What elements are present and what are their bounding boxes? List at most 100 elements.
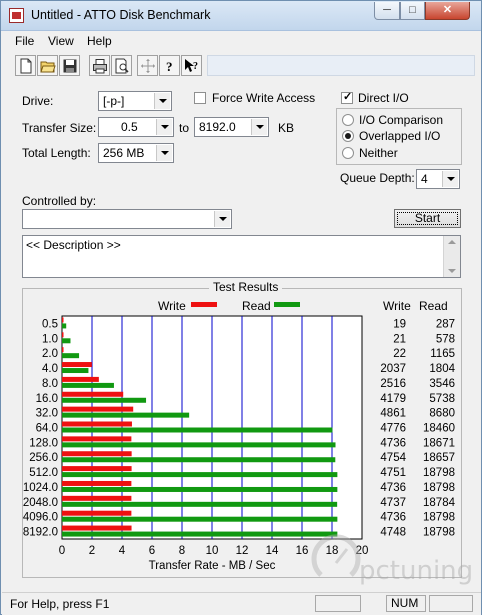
overlapped-io-radio[interactable] [342, 130, 354, 142]
read-bar [62, 382, 114, 388]
y-tick-label: 2.0 [42, 348, 58, 360]
write-value: 2516 [380, 378, 406, 390]
write-bar [62, 436, 132, 442]
x-tick-label: 8 [179, 545, 185, 557]
force-write-checkbox[interactable] [194, 92, 206, 104]
direct-io-checkbox[interactable]: ✓ [341, 91, 353, 104]
save-icon[interactable] [59, 55, 80, 76]
legend-write-swatch [191, 302, 217, 307]
write-bar [62, 332, 64, 338]
start-button[interactable]: Start [394, 209, 461, 228]
write-bar [62, 495, 132, 501]
y-tick-label: 512.0 [29, 467, 58, 479]
y-tick-label: 1024.0 [23, 482, 58, 494]
open-folder-icon[interactable] [37, 55, 58, 76]
transfer-to-value: 8192.0 [199, 120, 236, 134]
write-value: 22 [393, 348, 406, 360]
help-icon[interactable]: ? [159, 55, 180, 76]
close-button[interactable]: ✕ [425, 2, 470, 20]
read-value: 18671 [423, 437, 455, 449]
y-tick-label: 8192.0 [23, 527, 58, 539]
x-tick-label: 0 [59, 545, 65, 557]
io-mode-group: I/O Comparison Overlapped I/O Neither [336, 108, 462, 165]
x-tick-label: 10 [206, 545, 219, 557]
status-pane-blank-2 [429, 595, 473, 612]
menu-view[interactable]: View [48, 34, 74, 48]
read-column-header: Read [419, 299, 448, 313]
scroll-up-icon[interactable] [448, 240, 456, 244]
read-bar [62, 442, 336, 448]
read-value: 18784 [423, 497, 456, 509]
neither-radio[interactable] [342, 147, 354, 159]
read-value: 18798 [423, 482, 455, 494]
description-text: << Description >> [26, 238, 121, 252]
y-tick-label: 256.0 [29, 452, 58, 464]
write-value: 2037 [380, 363, 406, 375]
watermark-text: pctuning [359, 556, 473, 586]
read-bar [62, 501, 338, 507]
write-bar [62, 421, 132, 427]
read-bar [62, 531, 338, 537]
legend-read-label: Read [242, 299, 271, 313]
chevron-down-icon[interactable] [251, 119, 267, 135]
io-comparison-radio[interactable] [342, 114, 354, 126]
write-value: 4736 [380, 437, 406, 449]
legend-write-label: Write [158, 299, 186, 313]
write-value: 4736 [380, 482, 406, 494]
transfer-size-from-select[interactable]: 0.5 [98, 117, 174, 137]
y-tick-label: 4.0 [42, 363, 58, 375]
x-axis-label: Transfer Rate - MB / Sec [149, 560, 276, 572]
read-value: 8680 [429, 408, 455, 420]
window-title: Untitled - ATTO Disk Benchmark [31, 8, 211, 22]
queue-depth-select[interactable]: 4 [416, 169, 460, 189]
chevron-down-icon[interactable] [156, 145, 172, 161]
write-value: 4751 [380, 467, 406, 479]
y-tick-label: 0.5 [42, 318, 58, 330]
read-value: 287 [436, 318, 455, 330]
y-tick-label: 16.0 [36, 393, 58, 405]
chevron-down-icon[interactable] [154, 93, 170, 109]
new-file-icon[interactable] [15, 55, 36, 76]
y-tick-label: 8.0 [42, 378, 58, 390]
status-text: For Help, press F1 [10, 597, 110, 611]
num-lock-indicator: NUM [386, 595, 426, 612]
transfer-size-to-select[interactable]: 8192.0 [194, 117, 269, 137]
write-bar [62, 347, 64, 353]
drive-value: [-p-] [103, 94, 125, 108]
maximize-button[interactable]: □ [400, 2, 425, 20]
read-value: 5738 [429, 393, 455, 405]
overlapped-io-label: Overlapped I/O [359, 129, 441, 143]
minimize-button[interactable]: ─ [374, 2, 400, 20]
radio-selected-dot [345, 133, 351, 139]
legend-read-swatch [274, 302, 300, 307]
chevron-down-icon[interactable] [214, 211, 230, 227]
read-bar [62, 486, 338, 492]
controlled-by-select[interactable] [22, 209, 232, 229]
drive-select[interactable]: [-p-] [98, 91, 172, 111]
y-tick-label: 32.0 [36, 408, 58, 420]
chevron-down-icon[interactable] [442, 171, 458, 187]
queue-depth-label: Queue Depth: [340, 171, 415, 185]
status-pane-blank [315, 595, 361, 612]
print-icon[interactable] [89, 55, 110, 76]
menu-file[interactable]: File [15, 34, 34, 48]
menu-help[interactable]: Help [87, 34, 112, 48]
move-icon[interactable] [137, 55, 158, 76]
scroll-down-icon[interactable] [448, 269, 456, 273]
chevron-down-icon[interactable] [156, 119, 172, 135]
description-scrollbar[interactable] [443, 236, 460, 277]
write-bar [62, 525, 132, 531]
y-tick-label: 64.0 [36, 423, 58, 435]
read-bar [62, 338, 71, 344]
total-length-value: 256 MB [103, 146, 145, 160]
write-value: 4737 [380, 497, 406, 509]
total-length-select[interactable]: 256 MB [98, 143, 174, 163]
context-help-icon[interactable]: ? [181, 55, 202, 76]
to-label: to [179, 121, 190, 135]
read-value: 18798 [423, 467, 455, 479]
menu-bar: File View Help [2, 31, 481, 51]
read-value: 18798 [423, 512, 455, 524]
kb-label: KB [278, 121, 295, 135]
print-preview-icon[interactable] [111, 55, 132, 76]
description-box[interactable]: << Description >> [22, 235, 461, 278]
